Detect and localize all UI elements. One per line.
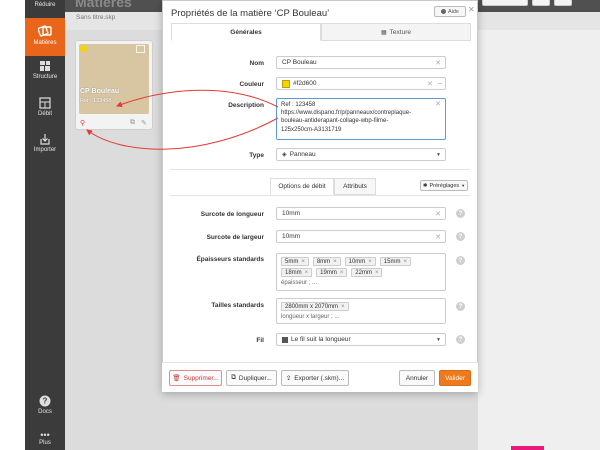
status-accent-bar	[511, 446, 544, 450]
annotation-arrow-link	[86, 117, 279, 150]
annotation-arrows	[86, 89, 279, 150]
annotation-arrow-ref	[116, 89, 279, 108]
